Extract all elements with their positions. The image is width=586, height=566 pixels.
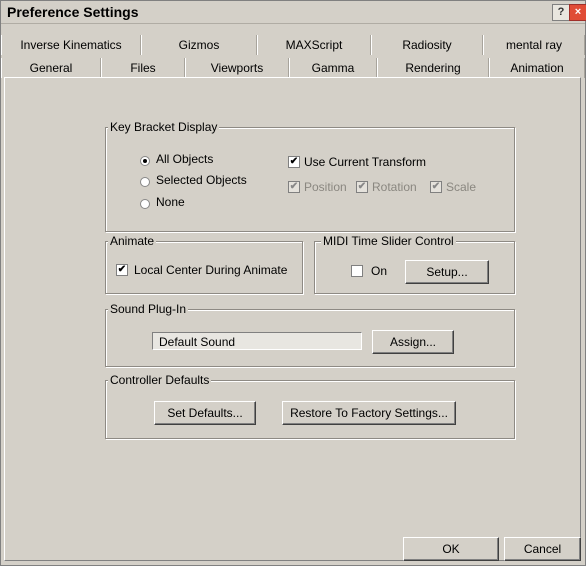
radio-all-objects[interactable] xyxy=(140,156,150,166)
position-label: Position xyxy=(304,180,347,194)
tab-row-2: General Files Viewports Gamma Rendering … xyxy=(1,58,585,78)
use-current-transform-checkbox[interactable]: ✔ xyxy=(288,156,300,168)
label-none: None xyxy=(156,195,185,209)
tab-maxscript[interactable]: MAXScript xyxy=(257,35,371,55)
scale-checkbox[interactable]: ✔ xyxy=(430,181,442,193)
help-button[interactable]: ? xyxy=(552,4,570,21)
scale-label: Scale xyxy=(446,180,477,194)
sound-plugin-field[interactable]: Default Sound xyxy=(152,332,362,350)
label-all-objects: All Objects xyxy=(156,152,214,166)
local-center-label: Local Center During Animate xyxy=(134,263,288,277)
midi-group: MIDI Time Slider Control On Setup... xyxy=(314,234,515,294)
controller-defaults-legend: Controller Defaults xyxy=(108,373,212,387)
ok-button[interactable]: OK xyxy=(403,537,499,561)
rotation-checkbox[interactable]: ✔ xyxy=(356,181,368,193)
title-bar: Preference Settings ? × xyxy=(1,1,586,24)
radio-none[interactable] xyxy=(140,199,150,209)
tab-animation[interactable]: Animation xyxy=(489,58,585,78)
close-button[interactable]: × xyxy=(569,4,586,21)
assign-button[interactable]: Assign... xyxy=(372,330,454,354)
position-checkbox[interactable]: ✔ xyxy=(288,181,300,193)
sound-plugin-legend: Sound Plug-In xyxy=(108,302,189,316)
midi-on-checkbox[interactable] xyxy=(351,265,363,277)
controller-defaults-group: Controller Defaults Set Defaults... Rest… xyxy=(105,373,515,439)
tab-viewports[interactable]: Viewports xyxy=(185,58,289,78)
use-current-transform-label: Use Current Transform xyxy=(304,155,427,169)
key-bracket-legend: Key Bracket Display xyxy=(108,120,220,134)
tab-gamma[interactable]: Gamma xyxy=(289,58,377,78)
radio-selected-objects[interactable] xyxy=(140,177,150,187)
tab-rendering[interactable]: Rendering xyxy=(377,58,489,78)
midi-setup-button[interactable]: Setup... xyxy=(405,260,489,284)
animate-legend: Animate xyxy=(108,234,157,248)
midi-on-label: On xyxy=(371,264,388,278)
set-defaults-button[interactable]: Set Defaults... xyxy=(154,401,256,425)
preference-settings-window: Preference Settings ? × Inverse Kinemati… xyxy=(0,0,586,566)
rotation-label: Rotation xyxy=(372,180,417,194)
tab-gizmos[interactable]: Gizmos xyxy=(141,35,257,55)
local-center-checkbox[interactable]: ✔ xyxy=(116,264,128,276)
label-selected-objects: Selected Objects xyxy=(156,173,247,187)
midi-legend: MIDI Time Slider Control xyxy=(321,234,456,248)
key-bracket-group: Key Bracket Display All Objects Selected… xyxy=(105,120,515,232)
sound-plugin-group: Sound Plug-In Default Sound Assign... xyxy=(105,302,515,367)
tab-mental-ray[interactable]: mental ray xyxy=(483,35,585,55)
window-title: Preference Settings xyxy=(7,4,139,20)
tab-files[interactable]: Files xyxy=(101,58,185,78)
animate-group: Animate ✔ Local Center During Animate xyxy=(105,234,303,294)
tab-radiosity[interactable]: Radiosity xyxy=(371,35,483,55)
tab-general[interactable]: General xyxy=(1,58,101,78)
restore-factory-button[interactable]: Restore To Factory Settings... xyxy=(282,401,456,425)
cancel-button[interactable]: Cancel xyxy=(504,537,581,561)
tab-row-1: Inverse Kinematics Gizmos MAXScript Radi… xyxy=(1,35,585,55)
tab-inverse-kinematics[interactable]: Inverse Kinematics xyxy=(1,35,141,55)
